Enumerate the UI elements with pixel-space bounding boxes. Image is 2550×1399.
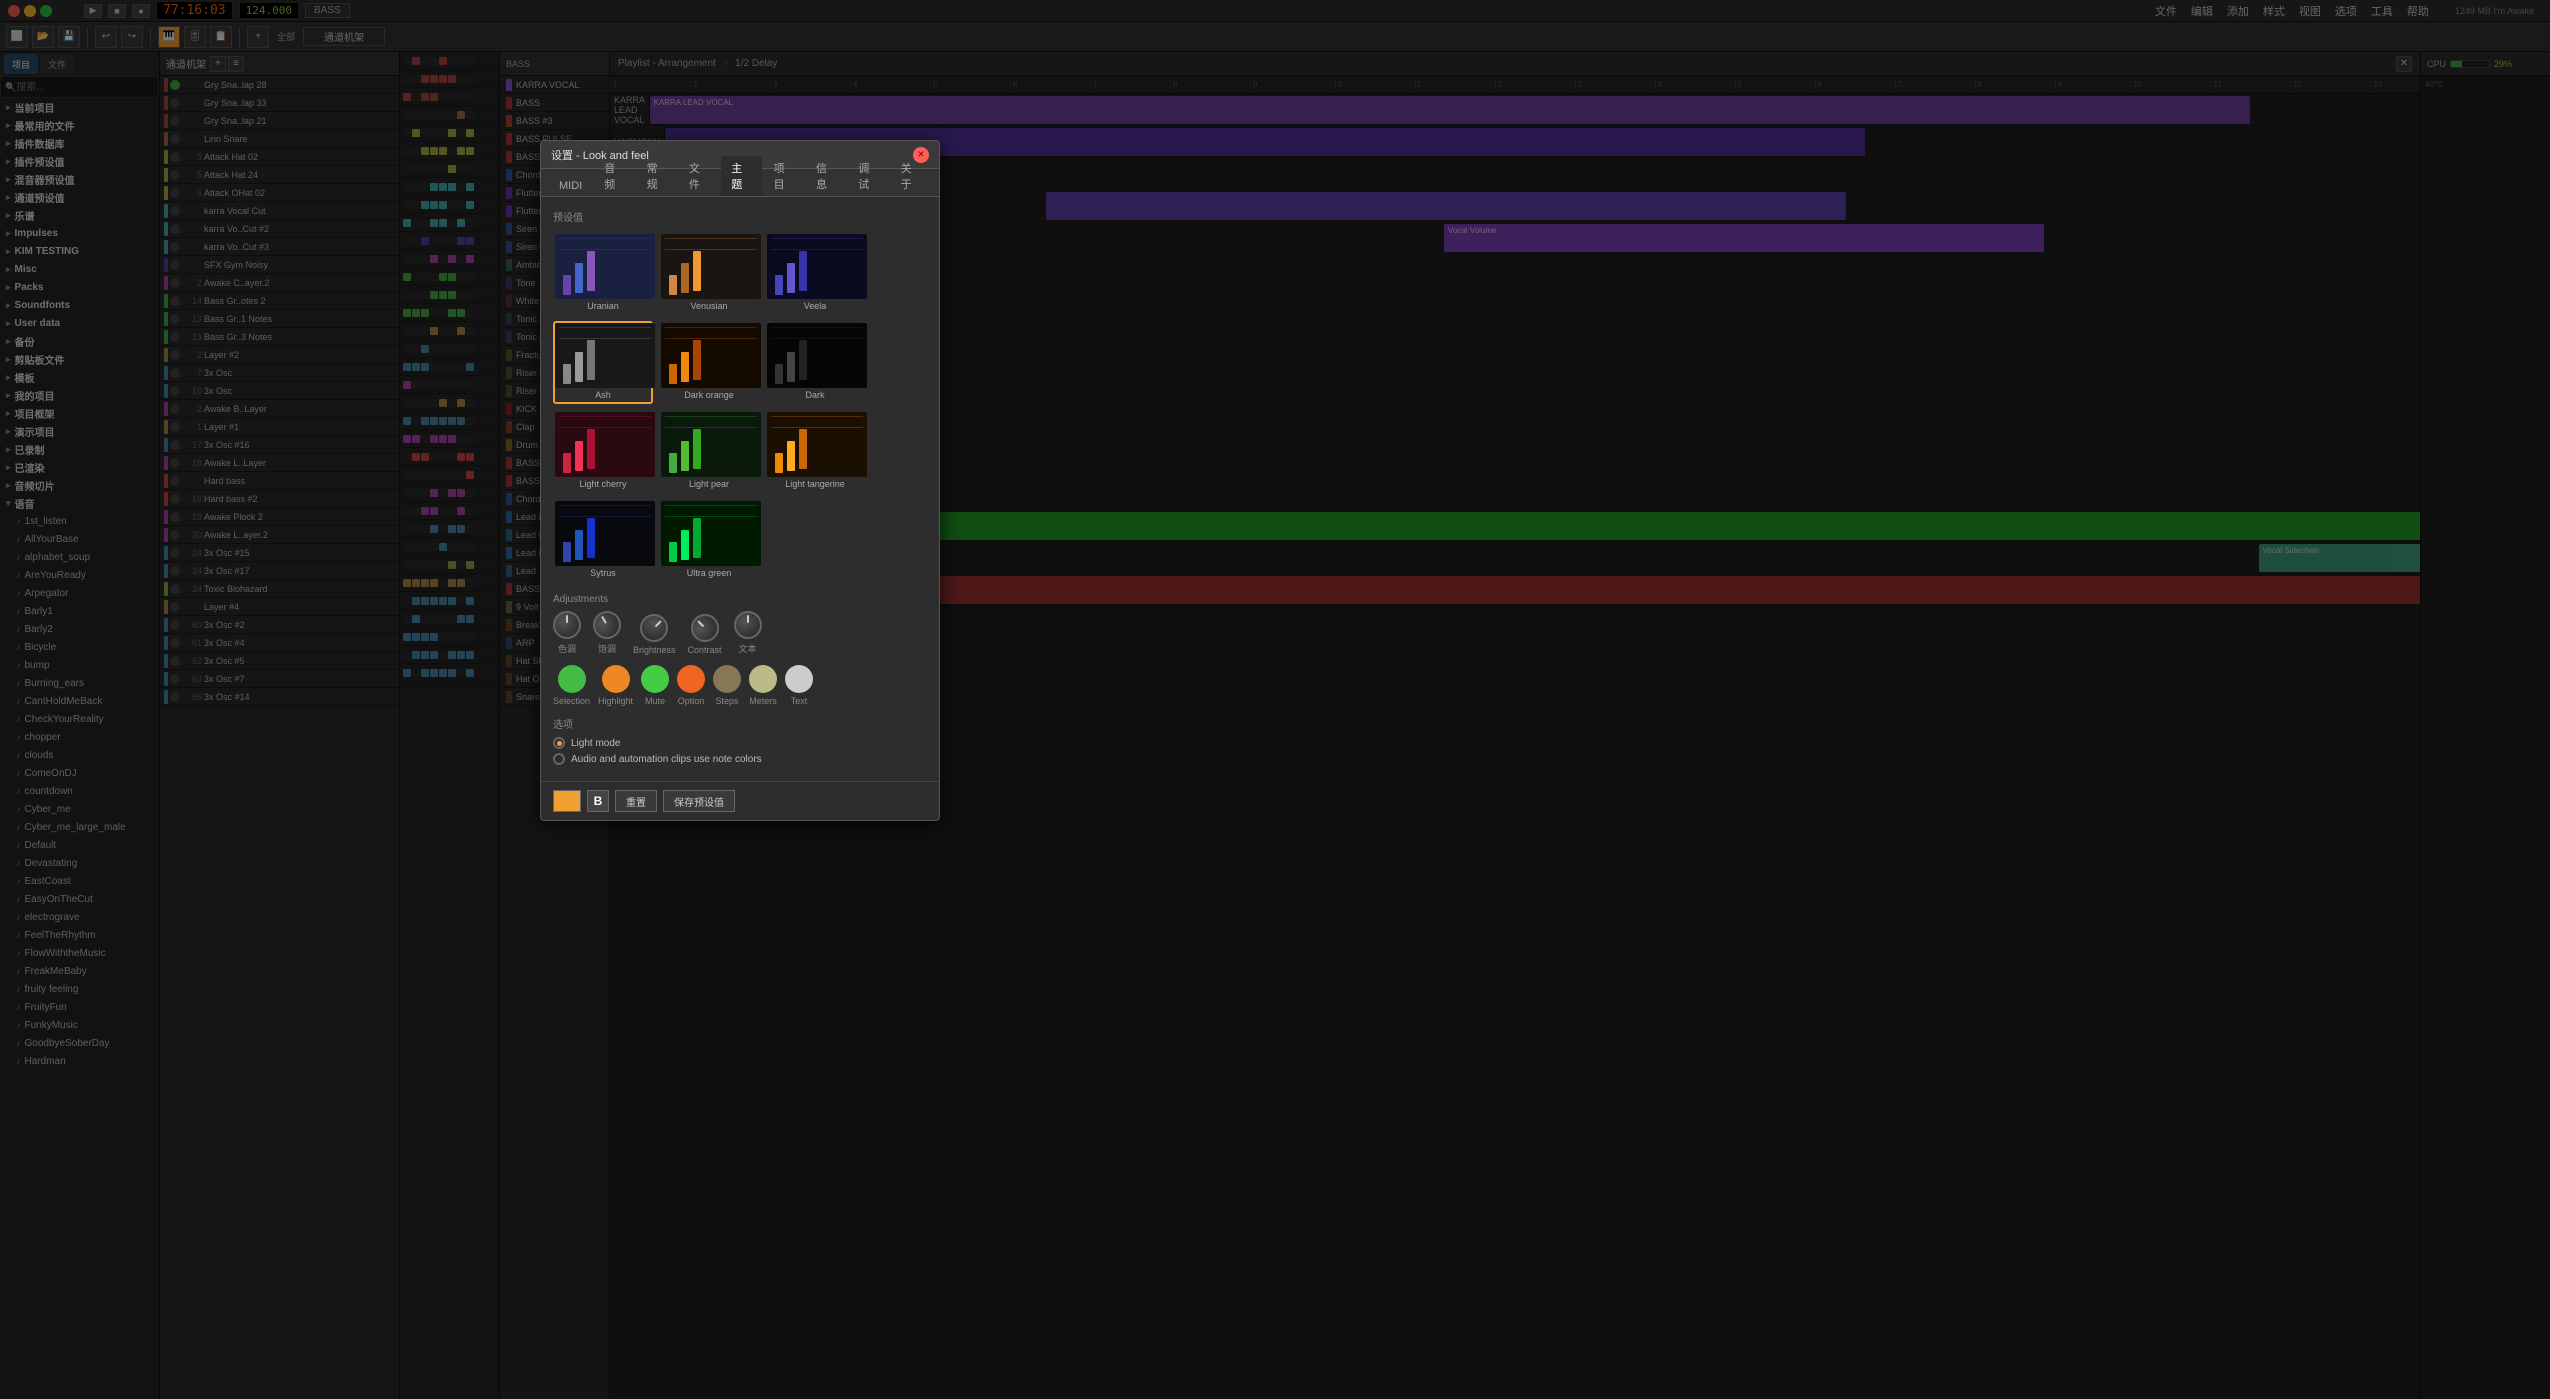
- options-label: 选项: [553, 716, 927, 731]
- modal-tab-文件[interactable]: 文件: [679, 156, 719, 196]
- swatch-highlight[interactable]: [602, 665, 630, 693]
- reset-button[interactable]: 重置: [615, 790, 657, 812]
- theme-card-dark[interactable]: Dark: [765, 321, 865, 404]
- bold-button[interactable]: B: [587, 790, 609, 812]
- note-colors-label: Audio and automation clips use note colo…: [571, 754, 762, 765]
- swatch-meters[interactable]: [749, 665, 777, 693]
- theme-name-light-pear: Light pear: [661, 477, 757, 491]
- swatch-label-meters: Meters: [749, 696, 777, 706]
- note-colors-row: Audio and automation clips use note colo…: [553, 753, 927, 765]
- modal-overlay: 设置 - Look and feel ✕ MIDI音频常规文件主题项目信息调试关…: [0, 0, 2550, 1399]
- swatch-option[interactable]: [677, 665, 705, 693]
- theme-card-light-cherry[interactable]: Light cherry: [553, 410, 653, 493]
- theme-name-ash: Ash: [555, 388, 651, 402]
- swatch-label-mute: Mute: [645, 696, 665, 706]
- options-section: 选项 Light mode Audio and automation clips…: [553, 716, 927, 765]
- swatch-item-highlight: Highlight: [598, 665, 633, 706]
- theme-name-veela: Veela: [767, 299, 863, 313]
- theme-card-veela[interactable]: Veela: [765, 232, 865, 315]
- note-colors-radio[interactable]: [553, 753, 565, 765]
- modal-body: 预设值 Uranian Venusian Veela Ash Dark orange Da…: [541, 197, 939, 781]
- modal-tab-主题[interactable]: 主题: [721, 156, 761, 196]
- modal-tab-信息[interactable]: 信息: [806, 156, 846, 196]
- swatch-item-steps: Steps: [713, 665, 741, 706]
- theme-name-venusian: Venusian: [661, 299, 757, 313]
- modal-footer: B 重置 保存预设值: [541, 781, 939, 820]
- theme-name-sytrus: Sytrus: [555, 566, 651, 580]
- modal-tab-常规[interactable]: 常规: [637, 156, 677, 196]
- saturation-knob[interactable]: [588, 606, 626, 644]
- swatch-label-highlight: Highlight: [598, 696, 633, 706]
- swatch-item-meters: Meters: [749, 665, 777, 706]
- swatch-label-text-swatch: Text: [791, 696, 808, 706]
- swatch-label-steps: Steps: [716, 696, 739, 706]
- theme-name-ultra-green: Ultra green: [661, 566, 757, 580]
- modal-tab-项目[interactable]: 项目: [764, 156, 804, 196]
- theme-name-dark: Dark: [767, 388, 863, 402]
- modal-tab-音频[interactable]: 音频: [594, 156, 634, 196]
- knob-saturation: 饱调: [593, 611, 621, 655]
- theme-name-light-cherry: Light cherry: [555, 477, 651, 491]
- theme-card-light-tangerine[interactable]: Light tangerine: [765, 410, 865, 493]
- section-presets-label: 预设值: [553, 209, 927, 224]
- color-knob[interactable]: [553, 611, 581, 639]
- theme-name-light-tangerine: Light tangerine: [767, 477, 863, 491]
- save-preset-button[interactable]: 保存预设值: [663, 790, 735, 812]
- theme-name-dark-orange: Dark orange: [661, 388, 757, 402]
- contrast-knob[interactable]: [685, 608, 725, 648]
- theme-card-uranian[interactable]: Uranian: [553, 232, 653, 315]
- swatch-text-swatch[interactable]: [785, 665, 813, 693]
- modal-tab-调试[interactable]: 调试: [848, 156, 888, 196]
- contrast-knob-label: Contrast: [688, 645, 722, 655]
- theme-card-sytrus[interactable]: Sytrus: [553, 499, 653, 582]
- swatch-item-mute: Mute: [641, 665, 669, 706]
- brightness-knob-label: Brightness: [633, 645, 676, 655]
- light-mode-radio[interactable]: [553, 737, 565, 749]
- adjustments-label: Adjustments: [553, 594, 927, 605]
- text-knob-label: 文本: [739, 642, 757, 655]
- light-mode-label: Light mode: [571, 738, 620, 749]
- saturation-knob-label: 饱调: [598, 642, 616, 655]
- modal-tabs: MIDI音频常规文件主题项目信息调试关于: [541, 169, 939, 197]
- color-knob-label: 色调: [558, 642, 576, 655]
- theme-card-dark-orange[interactable]: Dark orange: [659, 321, 759, 404]
- swatch-label-option: Option: [678, 696, 705, 706]
- swatch-selection[interactable]: [558, 665, 586, 693]
- themes-grid: Uranian Venusian Veela Ash Dark orange Dark Li…: [553, 232, 927, 582]
- swatch-item-selection: Selection: [553, 665, 590, 706]
- theme-card-venusian[interactable]: Venusian: [659, 232, 759, 315]
- brightness-knob[interactable]: [634, 608, 674, 648]
- swatch-steps[interactable]: [713, 665, 741, 693]
- knob-contrast: Contrast: [688, 614, 722, 655]
- text-knob[interactable]: [734, 611, 762, 639]
- swatch-item-text-swatch: Text: [785, 665, 813, 706]
- theme-card-light-pear[interactable]: Light pear: [659, 410, 759, 493]
- theme-card-ultra-green[interactable]: Ultra green: [659, 499, 759, 582]
- knobs-row: 色调 饱调 Brightness Contrast: [553, 611, 927, 655]
- settings-modal: 设置 - Look and feel ✕ MIDI音频常规文件主题项目信息调试关…: [540, 140, 940, 821]
- light-mode-row: Light mode: [553, 737, 927, 749]
- theme-name-uranian: Uranian: [555, 299, 651, 313]
- knob-text: 文本: [734, 611, 762, 655]
- modal-tab-关于[interactable]: 关于: [891, 156, 931, 196]
- knob-brightness: Brightness: [633, 614, 676, 655]
- swatch-label-selection: Selection: [553, 696, 590, 706]
- knob-color: 色调: [553, 611, 581, 655]
- color-preview-box[interactable]: [553, 790, 581, 812]
- adjustments-section: Adjustments 色调 饱调 Brightness: [553, 594, 927, 706]
- swatch-item-option: Option: [677, 665, 705, 706]
- theme-card-ash[interactable]: Ash: [553, 321, 653, 404]
- modal-tab-MIDI[interactable]: MIDI: [549, 176, 592, 196]
- swatch-mute[interactable]: [641, 665, 669, 693]
- color-swatches: Selection Highlight Mute Option Steps Meters T…: [553, 665, 927, 706]
